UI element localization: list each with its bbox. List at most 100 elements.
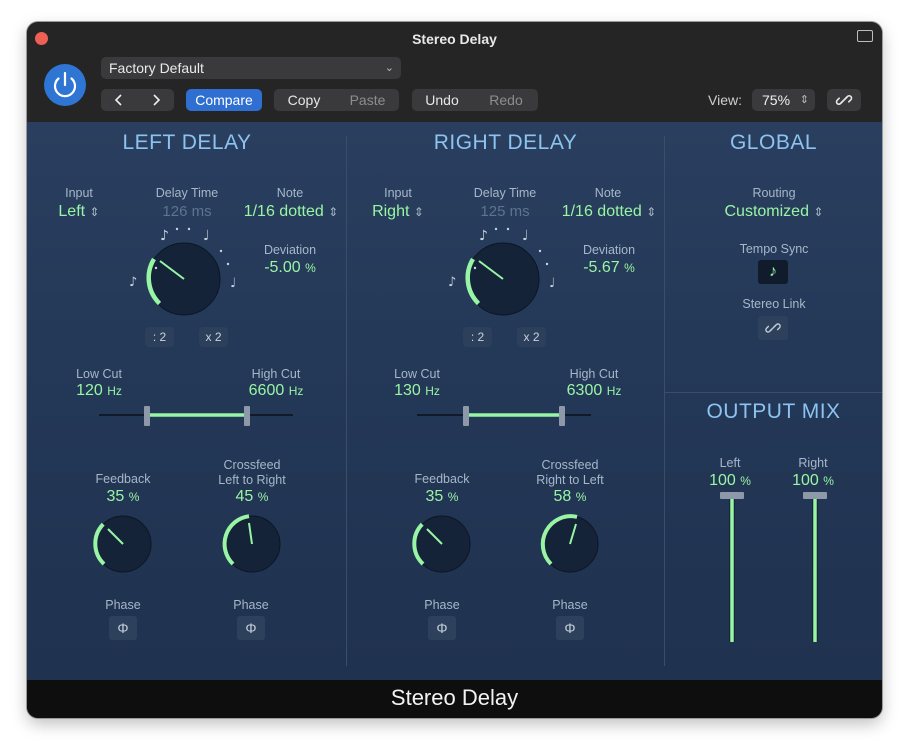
fader-handle	[720, 492, 744, 499]
input-value: Right	[372, 203, 410, 220]
compare-button[interactable]: Compare	[186, 89, 262, 111]
high-cut-number: 6600	[248, 382, 285, 399]
delay-time-label: Delay Time	[473, 186, 537, 200]
stepper-icon: ⇕	[413, 205, 424, 219]
output-left-fader[interactable]	[720, 490, 744, 646]
note-icon: ♪	[479, 228, 488, 244]
deviation-unit: %	[305, 261, 316, 275]
multiply-by-2-button[interactable]: x 2	[517, 327, 546, 347]
delay-time-label: Delay Time	[155, 186, 219, 200]
low-cut-value[interactable]: 130 Hz	[387, 382, 447, 400]
delay-time-value: 125 ms	[480, 203, 530, 220]
feedback-knob[interactable]	[88, 511, 158, 577]
stepper-icon: ⇕	[646, 205, 657, 219]
crossfeed-knob[interactable]	[217, 511, 287, 577]
crossfeed-number: 58	[553, 488, 572, 505]
stereo-link-label: Stereo Link	[742, 297, 806, 311]
expand-icon[interactable]	[857, 30, 873, 42]
feedback-value: 35 %	[402, 488, 482, 506]
redo-button[interactable]: Redo	[474, 89, 538, 111]
multiply-by-2-button[interactable]: x 2	[199, 327, 228, 347]
undo-button[interactable]: Undo	[412, 89, 472, 111]
note-icon: ♪	[769, 263, 777, 280]
fader-handle	[803, 492, 827, 499]
routing-select[interactable]: Customized ⇕	[704, 203, 844, 221]
phase-icon: Φ	[564, 620, 576, 636]
link-icon	[835, 95, 853, 105]
deviation-label: Deviation	[582, 243, 636, 257]
toolbar: Stereo Delay Factory Default ⌄ Compare C…	[27, 22, 882, 122]
output-left-unit: %	[740, 474, 751, 488]
plugin-panel: LEFT DELAY Input Left ⇕ Delay Time 126 m…	[27, 122, 882, 680]
low-cut-label: Low Cut	[394, 367, 440, 381]
phase-button[interactable]: Φ	[428, 616, 456, 640]
phase-button[interactable]: Φ	[237, 616, 265, 640]
feedback-number: 35	[106, 488, 125, 505]
power-button[interactable]	[44, 64, 86, 106]
divide-by-2-button[interactable]: : 2	[145, 327, 174, 347]
crossfeed-knob[interactable]	[535, 511, 605, 577]
link-button[interactable]	[827, 89, 861, 111]
high-cut-value[interactable]: 6600 Hz	[241, 382, 311, 400]
phase-button[interactable]: Φ	[556, 616, 584, 640]
input-select[interactable]: Left ⇕	[49, 203, 109, 221]
stereo-link-toggle[interactable]	[758, 316, 788, 340]
copy-button[interactable]: Copy	[274, 89, 334, 111]
stepper-icon: ⇕	[799, 94, 809, 106]
divide-by-2-button[interactable]: : 2	[463, 327, 492, 347]
note-icon: ♩	[522, 228, 529, 244]
feedback-unit: %	[128, 490, 140, 504]
high-cut-value[interactable]: 6300 Hz	[559, 382, 629, 400]
output-right-number: 100	[792, 472, 819, 489]
output-left-number: 100	[709, 472, 736, 489]
power-icon	[53, 71, 77, 98]
tempo-sync-toggle[interactable]: ♪	[758, 260, 788, 284]
output-right-label: Right	[798, 456, 828, 470]
forward-icon	[153, 94, 161, 106]
delay-time-knob[interactable]: ♪ ♩ ♪ ♩	[444, 222, 562, 324]
note-select[interactable]: 1/16 dotted ⇕	[233, 203, 349, 221]
plugin-window: Stereo Delay Factory Default ⌄ Compare C…	[27, 22, 882, 718]
view-zoom-select[interactable]: 75% ⇕	[752, 89, 815, 111]
phase-button[interactable]: Φ	[109, 616, 137, 640]
feedback-label: Feedback	[414, 472, 470, 486]
deviation-value[interactable]: -5.67 %	[574, 259, 644, 277]
divider	[665, 392, 882, 393]
note-select[interactable]: 1/16 dotted ⇕	[551, 203, 667, 221]
high-cut-unit: Hz	[606, 384, 622, 398]
high-cut-number: 6300	[566, 382, 603, 399]
paste-button[interactable]: Paste	[336, 89, 399, 111]
cut-range-slider[interactable]	[415, 404, 615, 428]
feedback-number: 35	[425, 488, 444, 505]
low-cut-number: 120	[76, 382, 103, 399]
input-select[interactable]: Right ⇕	[364, 203, 432, 221]
delay-time-knob[interactable]: ♪ ♩ ♪ ♩	[125, 222, 243, 324]
output-right-fader[interactable]	[803, 490, 827, 646]
note-icon: ♩	[230, 276, 236, 291]
crossfeed-unit: %	[257, 490, 269, 504]
note-label: Note	[594, 186, 622, 200]
low-cut-handle	[144, 406, 150, 426]
preset-menu[interactable]: Factory Default ⌄	[101, 57, 401, 79]
deviation-number: -5.00	[264, 259, 301, 276]
crossfeed-value: 58 %	[530, 488, 610, 506]
low-cut-handle	[463, 406, 469, 426]
view-zoom-value: 75%	[762, 92, 791, 108]
cut-range-slider[interactable]	[97, 404, 297, 428]
forward-button[interactable]	[138, 89, 174, 111]
note-icon: ♪	[160, 228, 169, 244]
input-label: Input	[384, 186, 412, 200]
high-cut-handle	[244, 406, 250, 426]
copy-paste-group: Copy Paste	[274, 89, 399, 111]
feedback-knob[interactable]	[407, 511, 477, 577]
window-title: Stereo Delay	[412, 31, 497, 47]
phase-icon: Φ	[117, 620, 129, 636]
deviation-value[interactable]: -5.00 %	[255, 259, 325, 277]
back-button[interactable]	[101, 89, 137, 111]
low-cut-value[interactable]: 120 Hz	[69, 382, 129, 400]
low-cut-label: Low Cut	[76, 367, 122, 381]
phase-label: Phase	[424, 598, 460, 612]
crossfeed-label: Crossfeed	[541, 458, 599, 472]
right-delay-heading: RIGHT DELAY	[433, 131, 578, 154]
output-left-label: Left	[719, 456, 741, 470]
